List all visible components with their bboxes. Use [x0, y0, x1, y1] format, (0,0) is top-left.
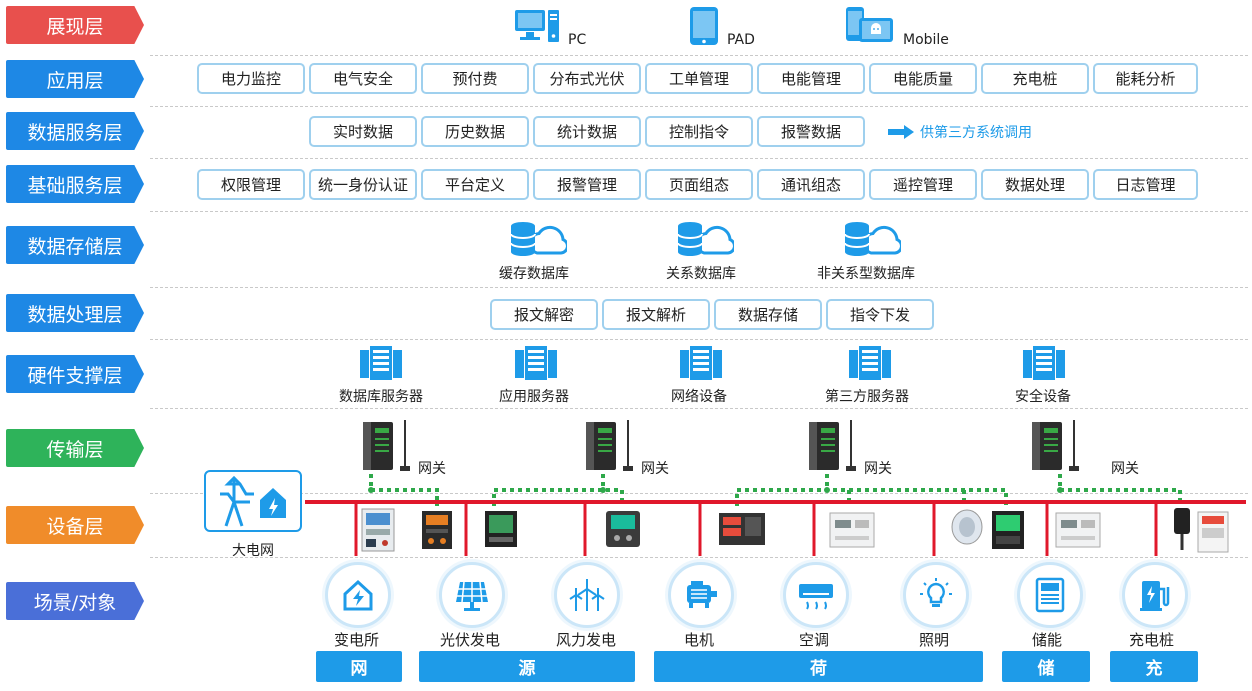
- motor-icon: [668, 562, 734, 628]
- wind-turbine-icon: [554, 562, 620, 628]
- category-source: 源: [419, 651, 635, 682]
- din-meter-icon: [1055, 512, 1101, 552]
- grid-box: [204, 470, 302, 532]
- meter-icon: [718, 512, 766, 550]
- meter-icon: [991, 510, 1025, 554]
- scene-label: 电机: [684, 631, 715, 649]
- category-load: 荷: [654, 651, 983, 682]
- solar-panel-icon: [439, 562, 505, 628]
- din-meter-icon: [829, 512, 875, 552]
- category-charging: 充: [1110, 651, 1198, 682]
- scene-label: 充电桩: [1129, 631, 1175, 649]
- scene-label: 风力发电: [556, 631, 617, 649]
- grid-label: 大电网: [232, 543, 274, 559]
- protection-relay-icon: [361, 508, 395, 556]
- air-conditioner-icon: [783, 562, 849, 628]
- light-bulb-icon: [903, 562, 969, 628]
- meter-icon: [605, 510, 641, 552]
- meter-icon: [421, 510, 453, 554]
- scene-label: 储能: [1032, 631, 1063, 649]
- energy-storage-icon: [1017, 562, 1083, 628]
- scene-label: 变电所: [334, 631, 380, 649]
- charging-station-icon: [1122, 562, 1188, 628]
- scene-label: 空调: [799, 631, 830, 649]
- substation-icon: [325, 562, 391, 628]
- category-storage: 储: [1002, 651, 1090, 682]
- charger-meter-icon: [1170, 506, 1232, 560]
- category-grid: 网: [316, 651, 402, 682]
- scene-label: 光伏发电: [440, 631, 501, 649]
- detector-icon: [950, 508, 984, 550]
- power-tower-icon: [220, 475, 286, 527]
- meter-icon: [484, 510, 518, 552]
- scene-label: 照明: [919, 631, 950, 649]
